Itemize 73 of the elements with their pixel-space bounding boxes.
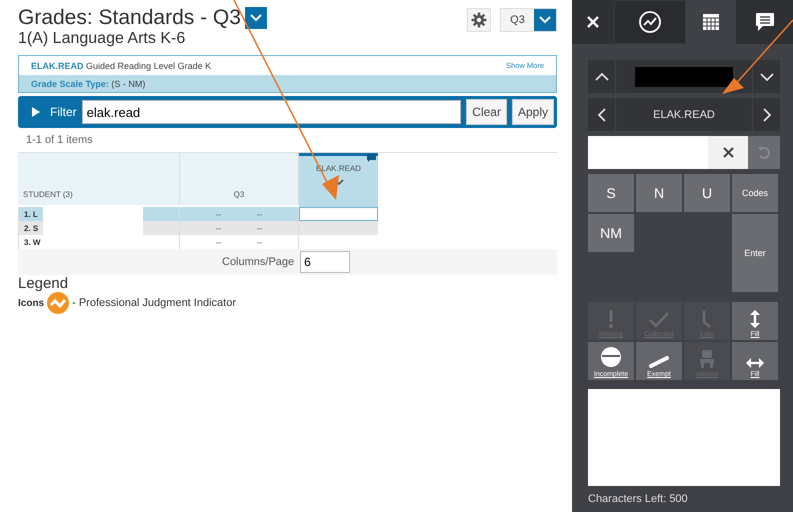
table-cell: -- bbox=[256, 224, 262, 232]
score-key[interactable]: Codes bbox=[732, 174, 778, 212]
table-cell: -- bbox=[216, 210, 222, 218]
filter-input[interactable]: elak.read bbox=[82, 100, 462, 124]
caret-icon bbox=[250, 14, 262, 22]
legend-description: - Professional Judgment Indicator bbox=[72, 297, 236, 309]
judgment-indicator-icon bbox=[47, 292, 70, 314]
grade-scale-type: Grade Scale Type: (S - NM) bbox=[31, 78, 146, 88]
legend-icons-label: Icons bbox=[18, 298, 44, 308]
grade-cell[interactable] bbox=[299, 221, 378, 235]
table-cell: -- bbox=[216, 224, 222, 232]
student-name: 2. S bbox=[24, 224, 40, 232]
comment-field[interactable] bbox=[588, 389, 780, 486]
previous-standard-button[interactable] bbox=[588, 98, 615, 131]
class-subtitle: 1(A) Language Arts K-6 bbox=[18, 30, 186, 48]
close-icon bbox=[722, 147, 734, 158]
half-circle-icon bbox=[600, 346, 622, 368]
score-key[interactable]: N bbox=[636, 174, 682, 212]
item-count: 1-1 of 1 items bbox=[26, 134, 94, 148]
comment-icon bbox=[367, 154, 376, 162]
column-header: STUDENT (3) bbox=[18, 153, 180, 205]
title-dropdown-button[interactable] bbox=[244, 7, 267, 29]
chevron-left-icon bbox=[598, 108, 606, 122]
expand-icon[interactable] bbox=[32, 107, 40, 117]
columns-per-page-label: Columns/Page bbox=[222, 256, 294, 268]
trend-chart-icon bbox=[639, 11, 661, 33]
student-name: 1. L bbox=[24, 210, 39, 218]
table-cell: -- bbox=[216, 238, 222, 246]
previous-student-button[interactable] bbox=[588, 60, 615, 93]
characters-left: Characters Left: 500 bbox=[588, 493, 689, 505]
score-key[interactable]: S bbox=[588, 174, 634, 212]
standard-description: ELAK.READ Guided Reading Level Grade K bbox=[31, 60, 212, 70]
settings-button[interactable] bbox=[467, 8, 491, 32]
vertical-arrows-icon bbox=[750, 310, 760, 328]
grid-icon bbox=[703, 14, 719, 30]
panel-tab[interactable] bbox=[686, 0, 736, 44]
undo-icon bbox=[757, 146, 771, 160]
standard-name: ELAK.READ bbox=[653, 108, 715, 120]
chevron-down-icon bbox=[760, 72, 774, 80]
check-icon bbox=[649, 312, 669, 328]
clear-button[interactable] bbox=[708, 136, 748, 169]
chair-icon bbox=[700, 350, 714, 368]
next-standard-button[interactable] bbox=[753, 98, 780, 131]
clock-hand-icon bbox=[702, 310, 712, 328]
slash-icon bbox=[649, 356, 669, 368]
close-icon bbox=[587, 16, 599, 28]
columns-per-page-input[interactable]: 6 bbox=[300, 251, 350, 273]
caret-icon bbox=[539, 16, 551, 24]
next-student-button[interactable] bbox=[753, 60, 780, 93]
panel-tab[interactable] bbox=[614, 0, 686, 44]
grade-input-cell[interactable] bbox=[299, 207, 378, 221]
score-key[interactable]: U bbox=[684, 174, 730, 212]
student-row-cell[interactable]: 1. L bbox=[18, 207, 180, 221]
student-row-cell[interactable]: 2. S bbox=[18, 221, 180, 235]
enter-button[interactable]: Enter bbox=[732, 214, 778, 292]
page-title: Grades: Standards - Q3 bbox=[18, 6, 241, 30]
score-key[interactable]: NM bbox=[588, 214, 634, 252]
student-row-cell[interactable]: 3. W bbox=[18, 235, 180, 249]
legend-title: Legend bbox=[18, 275, 70, 292]
grade-input[interactable] bbox=[588, 136, 708, 169]
column-header: Q3 bbox=[180, 153, 299, 205]
chevron-right-icon bbox=[762, 108, 770, 122]
filter-button[interactable]: Apply bbox=[512, 99, 554, 125]
filter-button[interactable]: Clear bbox=[466, 99, 507, 125]
student-name: 3. W bbox=[24, 238, 42, 246]
table-cell: -- bbox=[256, 238, 262, 246]
comment-icon bbox=[754, 12, 774, 32]
filter-label: Filter bbox=[50, 105, 77, 119]
exclamation-icon bbox=[608, 310, 614, 328]
table-cell: -- bbox=[256, 210, 262, 218]
term-dropdown[interactable]: Q3 bbox=[500, 8, 557, 32]
horizontal-arrows-icon bbox=[746, 358, 764, 368]
chevron-up-icon bbox=[594, 72, 608, 80]
